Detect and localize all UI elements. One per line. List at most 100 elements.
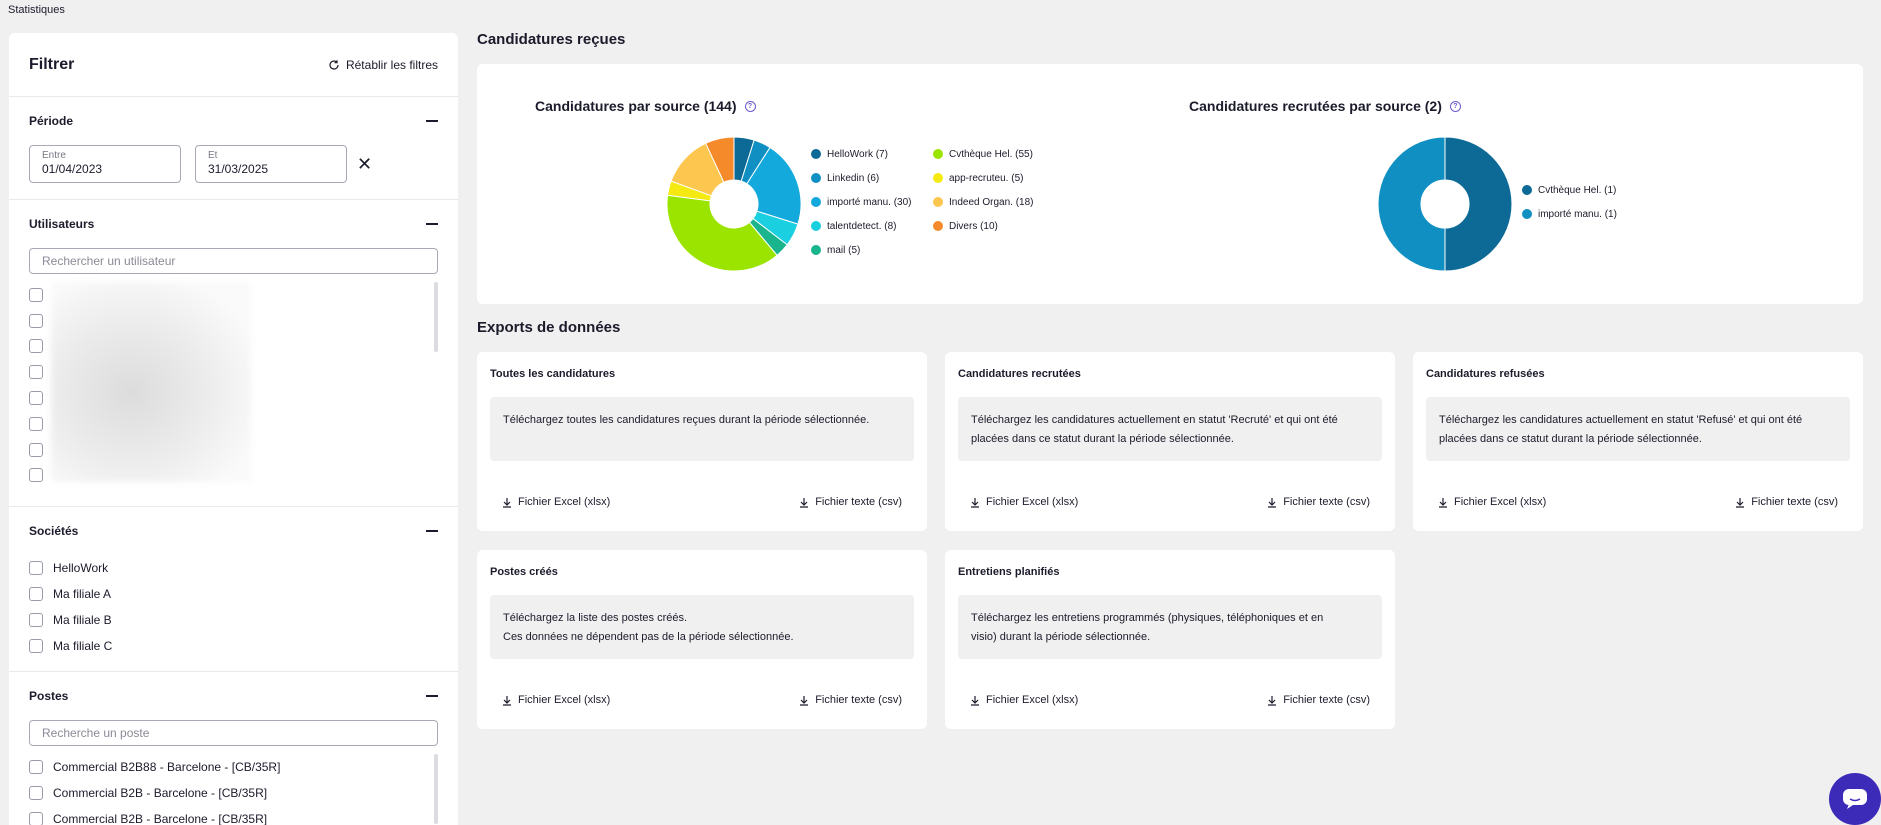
legend-item[interactable]: importé manu. (30)	[811, 190, 919, 214]
export-card-title: Entretiens planifiés	[958, 566, 1060, 578]
poste-label: Commercial B2B - Barcelone - [CB/35R]	[53, 786, 268, 800]
poste-item[interactable]: Commercial B2B88 - Barcelone - [CB/35R]	[29, 754, 438, 780]
legend-item[interactable]: Indeed Organ. (18)	[932, 190, 1041, 214]
download-excel-label: Fichier Excel (xlsx)	[518, 496, 611, 508]
company-checkbox[interactable]	[29, 613, 43, 627]
user-checkbox[interactable]	[29, 442, 43, 457]
exports-section-title: Exports de données	[477, 319, 621, 336]
legend-dot	[932, 149, 943, 159]
filter-sidebar: Filtrer Rétablir les filtres Période Ent…	[9, 33, 458, 825]
company-label: Ma filiale C	[53, 639, 113, 653]
company-label: Ma filiale B	[53, 613, 112, 627]
users-scrollbar[interactable]	[434, 282, 438, 352]
download-icon	[971, 695, 979, 706]
poste-checkbox[interactable]	[29, 760, 43, 774]
chat-icon	[1843, 789, 1867, 809]
download-excel-button[interactable]: Fichier Excel (xlsx)	[502, 496, 610, 508]
download-excel-button[interactable]: Fichier Excel (xlsx)	[970, 496, 1078, 508]
start-date-value: 01/04/2023	[42, 162, 103, 176]
export-desc-line: placées dans ce statut durant la période…	[1439, 433, 1702, 445]
poste-item[interactable]: Commercial B2B - Barcelone - [CB/35R]	[29, 806, 438, 825]
download-csv-button[interactable]: Fichier texte (csv)	[799, 496, 902, 508]
company-item[interactable]: HelloWork	[29, 555, 438, 581]
company-checkbox[interactable]	[29, 639, 43, 653]
minus-icon[interactable]	[426, 530, 438, 532]
poste-search-input[interactable]	[29, 720, 438, 746]
legend-label: Divers (10)	[948, 220, 998, 232]
minus-icon[interactable]	[426, 223, 438, 225]
company-label: HelloWork	[53, 561, 109, 575]
reset-filters-button[interactable]: Rétablir les filtres	[328, 58, 438, 72]
legend-item[interactable]: Divers (10)	[932, 214, 1041, 238]
legend-item[interactable]: app-recruteu. (5)	[932, 166, 1041, 190]
download-excel-button[interactable]: Fichier Excel (xlsx)	[502, 694, 610, 706]
user-checkbox[interactable]	[29, 391, 43, 406]
user-checkbox[interactable]	[29, 468, 43, 483]
help-icon[interactable]: ?	[1449, 100, 1461, 112]
user-checkbox[interactable]	[29, 287, 43, 302]
export-desc-line: placées dans ce statut durant la période…	[971, 433, 1234, 445]
legend-item[interactable]: HelloWork (7)	[811, 142, 919, 166]
legend-dot	[932, 197, 943, 207]
download-csv-label: Fichier texte (csv)	[815, 496, 902, 508]
user-checkbox[interactable]	[29, 416, 43, 431]
download-csv-button[interactable]: Fichier texte (csv)	[799, 694, 902, 706]
download-excel-button[interactable]: Fichier Excel (xlsx)	[970, 694, 1078, 706]
download-icon	[503, 695, 511, 706]
download-icon	[1268, 695, 1277, 706]
download-csv-button[interactable]: Fichier texte (csv)	[1267, 694, 1370, 706]
export-card-title: Toutes les candidatures	[490, 368, 616, 380]
poste-label: Commercial B2B88 - Barcelone - [CB/35R]	[53, 760, 281, 774]
legend-item[interactable]: importé manu. (1)	[1522, 202, 1652, 226]
download-excel-label: Fichier Excel (xlsx)	[986, 496, 1079, 508]
user-search-input[interactable]	[29, 248, 438, 274]
legend-item[interactable]: Cvthèque Hel. (1)	[1522, 178, 1652, 202]
poste-item[interactable]: Commercial B2B - Barcelone - [CB/35R]	[29, 780, 438, 806]
donut-slice[interactable]	[1377, 136, 1446, 272]
export-desc-line: Téléchargez les candidatures actuellemen…	[1439, 414, 1803, 426]
source-chart-legend: HelloWork (7) Linkedin (6) importé manu. (…	[811, 142, 1041, 262]
company-item[interactable]: Ma filiale A	[29, 581, 438, 607]
start-date-field[interactable]: Entre 01/04/2023	[29, 145, 181, 183]
export-card-title: Candidatures refusées	[1426, 368, 1545, 380]
download-csv-button[interactable]: Fichier texte (csv)	[1267, 496, 1370, 508]
end-date-label: Et	[208, 150, 218, 161]
minus-icon[interactable]	[426, 695, 438, 697]
end-date-field[interactable]: Et 31/03/2025	[195, 145, 347, 183]
chat-button[interactable]	[1829, 773, 1881, 825]
postes-scrollbar[interactable]	[434, 754, 438, 824]
download-csv-button[interactable]: Fichier texte (csv)	[1735, 496, 1838, 508]
user-checkbox[interactable]	[29, 339, 43, 354]
recruited-chart-title-text: Candidatures recrutées par source (2)	[1189, 98, 1442, 114]
reset-filters-label: Rétablir les filtres	[345, 57, 438, 72]
legend-label: Cvthèque Hel. (55)	[948, 148, 1033, 160]
legend-label: Linkedin (6)	[827, 172, 880, 184]
companies-title: Sociétés	[29, 524, 79, 538]
user-checkbox[interactable]	[29, 365, 43, 380]
user-checkbox[interactable]	[29, 313, 43, 328]
company-label: Ma filiale A	[53, 587, 112, 601]
download-csv-label: Fichier texte (csv)	[1283, 496, 1370, 508]
donut-slice[interactable]	[1444, 136, 1513, 272]
export-desc-line: Ces données ne dépendent pas de la pério…	[503, 631, 794, 643]
poste-checkbox[interactable]	[29, 812, 43, 825]
legend-item[interactable]: talentdetect. (8)	[811, 214, 919, 238]
legend-label: importé manu. (30)	[827, 196, 912, 208]
minus-icon[interactable]	[426, 120, 438, 122]
company-checkbox[interactable]	[29, 587, 43, 601]
poste-checkbox[interactable]	[29, 786, 43, 800]
help-icon[interactable]: ?	[744, 100, 756, 112]
export-desc-line: Téléchargez toutes les candidatures reçu…	[503, 414, 870, 426]
legend-item[interactable]: Linkedin (6)	[811, 166, 919, 190]
postes-title: Postes	[29, 689, 69, 703]
source-donut-chart	[666, 136, 802, 272]
close-icon[interactable]: ✕	[357, 155, 372, 173]
legend-item[interactable]: Cvthèque Hel. (55)	[932, 142, 1041, 166]
legend-item[interactable]: mail (5)	[811, 238, 919, 262]
recruited-donut-chart	[1377, 136, 1513, 272]
company-item[interactable]: Ma filiale C	[29, 633, 438, 659]
download-excel-label: Fichier Excel (xlsx)	[986, 694, 1079, 706]
company-item[interactable]: Ma filiale B	[29, 607, 438, 633]
download-excel-button[interactable]: Fichier Excel (xlsx)	[1438, 496, 1546, 508]
company-checkbox[interactable]	[29, 561, 43, 575]
